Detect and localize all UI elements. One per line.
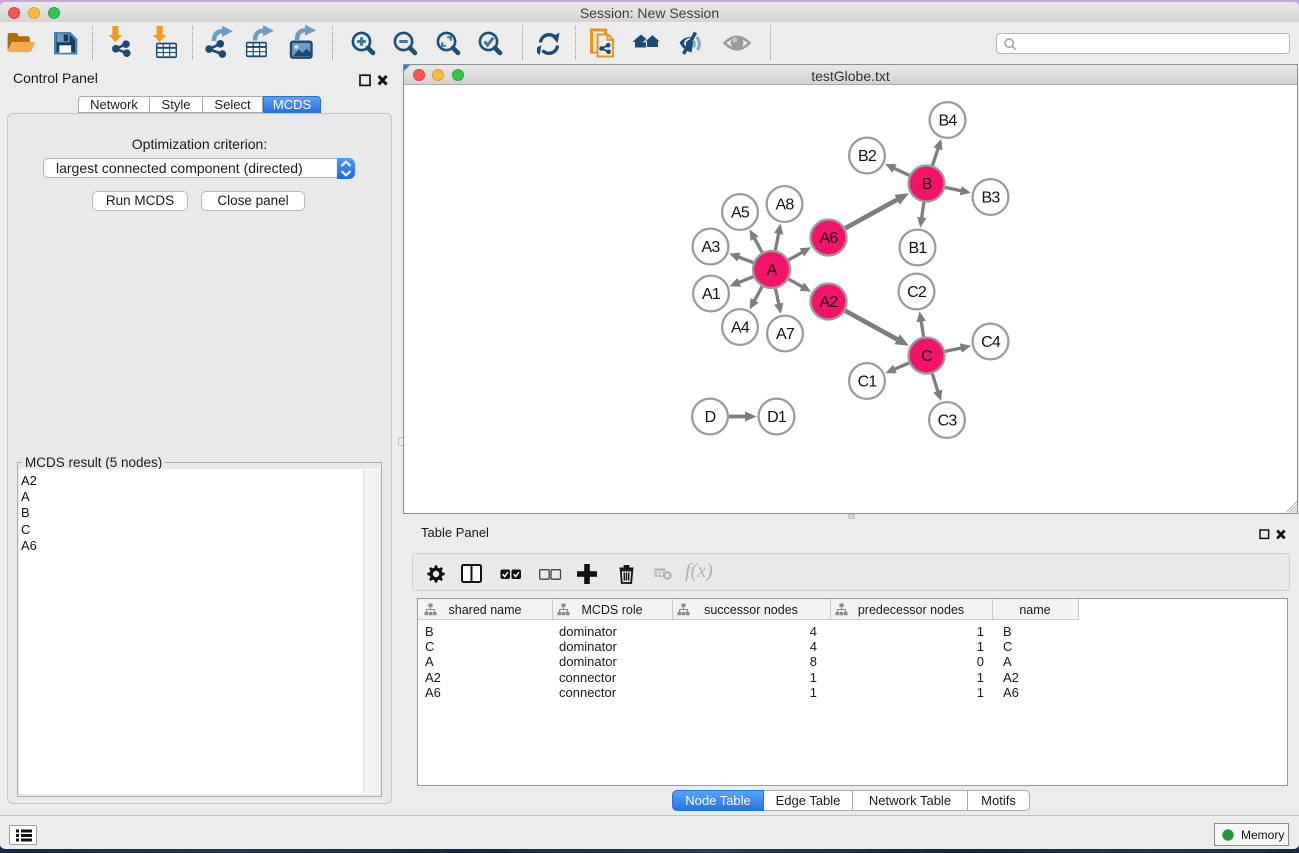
svg-text:A3: A3 bbox=[702, 239, 721, 256]
svg-text:C1: C1 bbox=[858, 374, 878, 391]
svg-text:A2: A2 bbox=[820, 294, 839, 311]
svg-text:A8: A8 bbox=[776, 197, 795, 214]
svg-text:C: C bbox=[921, 348, 932, 365]
svg-text:C2: C2 bbox=[907, 284, 927, 301]
svg-text:A1: A1 bbox=[702, 286, 721, 303]
svg-text:A5: A5 bbox=[731, 205, 750, 222]
svg-text:B4: B4 bbox=[939, 113, 958, 130]
svg-text:A: A bbox=[767, 262, 778, 279]
svg-text:C3: C3 bbox=[938, 413, 958, 430]
svg-text:A6: A6 bbox=[820, 230, 839, 247]
svg-text:A7: A7 bbox=[776, 326, 795, 343]
svg-text:D1: D1 bbox=[767, 409, 787, 426]
svg-text:B1: B1 bbox=[909, 240, 928, 257]
svg-text:B3: B3 bbox=[982, 190, 1001, 207]
svg-text:A4: A4 bbox=[731, 320, 750, 337]
svg-text:B: B bbox=[922, 176, 932, 193]
svg-text:D: D bbox=[705, 409, 716, 426]
svg-text:B2: B2 bbox=[858, 148, 877, 165]
svg-text:C4: C4 bbox=[981, 334, 1001, 351]
